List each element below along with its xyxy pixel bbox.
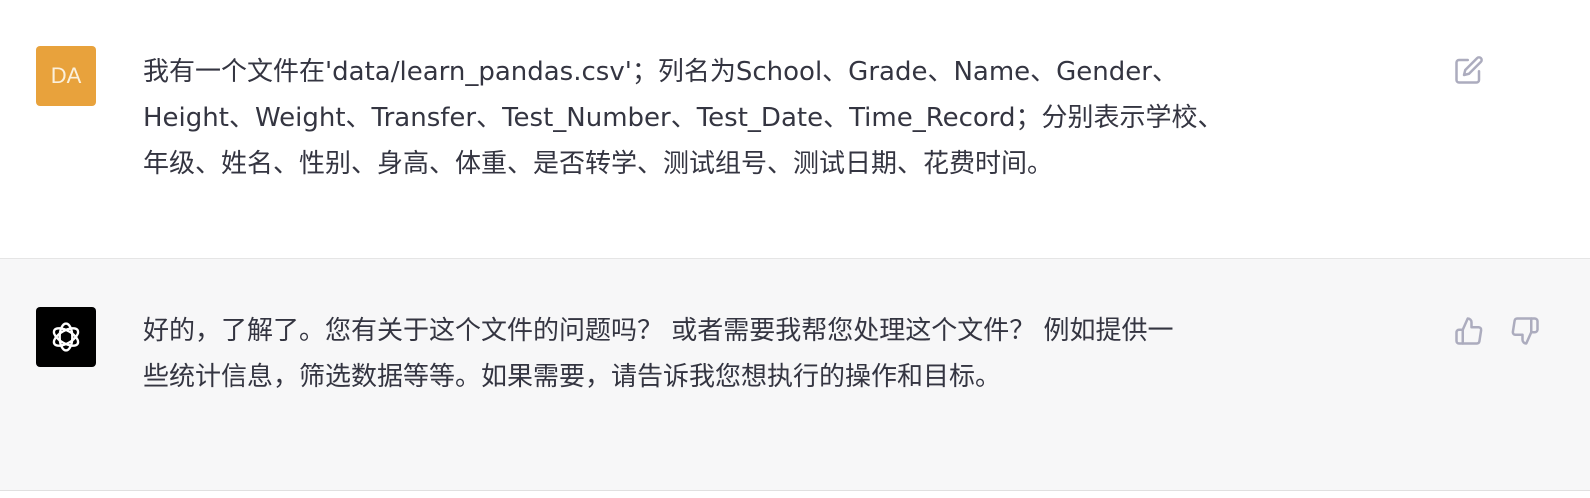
message-line: 些统计信息，筛选数据等等。如果需要，请告诉我您想执行的操作和目标。 — [143, 362, 1002, 392]
message-line: 年级、姓名、性别、身高、体重、是否转学、测试组号、测试日期、花费时间。 — [143, 149, 1054, 179]
user-message: DA 我有一个文件在'data/learn_pandas.csv'；列名为Sch… — [0, 0, 1590, 259]
assistant-avatar — [36, 307, 96, 367]
message-line: Height、Weight、Transfer、Test_Number、Test_… — [143, 103, 1224, 133]
openai-logo-icon — [52, 322, 80, 352]
message-line: 我有一个文件在'data/learn_pandas.csv'；列名为School… — [143, 57, 1178, 87]
message-line: 好的，了解了。您有关于这个文件的问题吗？ 或者需要我帮您处理这个文件？ 例如提供… — [143, 316, 1174, 346]
assistant-message: 好的，了解了。您有关于这个文件的问题吗？ 或者需要我帮您处理这个文件？ 例如提供… — [0, 259, 1590, 491]
thumbs-up-icon[interactable] — [1454, 316, 1484, 350]
avatar-initials: DA — [50, 63, 82, 88]
edit-icon[interactable] — [1454, 55, 1484, 89]
thumbs-down-icon[interactable] — [1510, 316, 1540, 350]
user-avatar: DA — [36, 46, 96, 106]
assistant-message-text: 好的，了解了。您有关于这个文件的问题吗？ 或者需要我帮您处理这个文件？ 例如提供… — [143, 308, 1174, 400]
user-message-text: 我有一个文件在'data/learn_pandas.csv'；列名为School… — [143, 49, 1224, 187]
